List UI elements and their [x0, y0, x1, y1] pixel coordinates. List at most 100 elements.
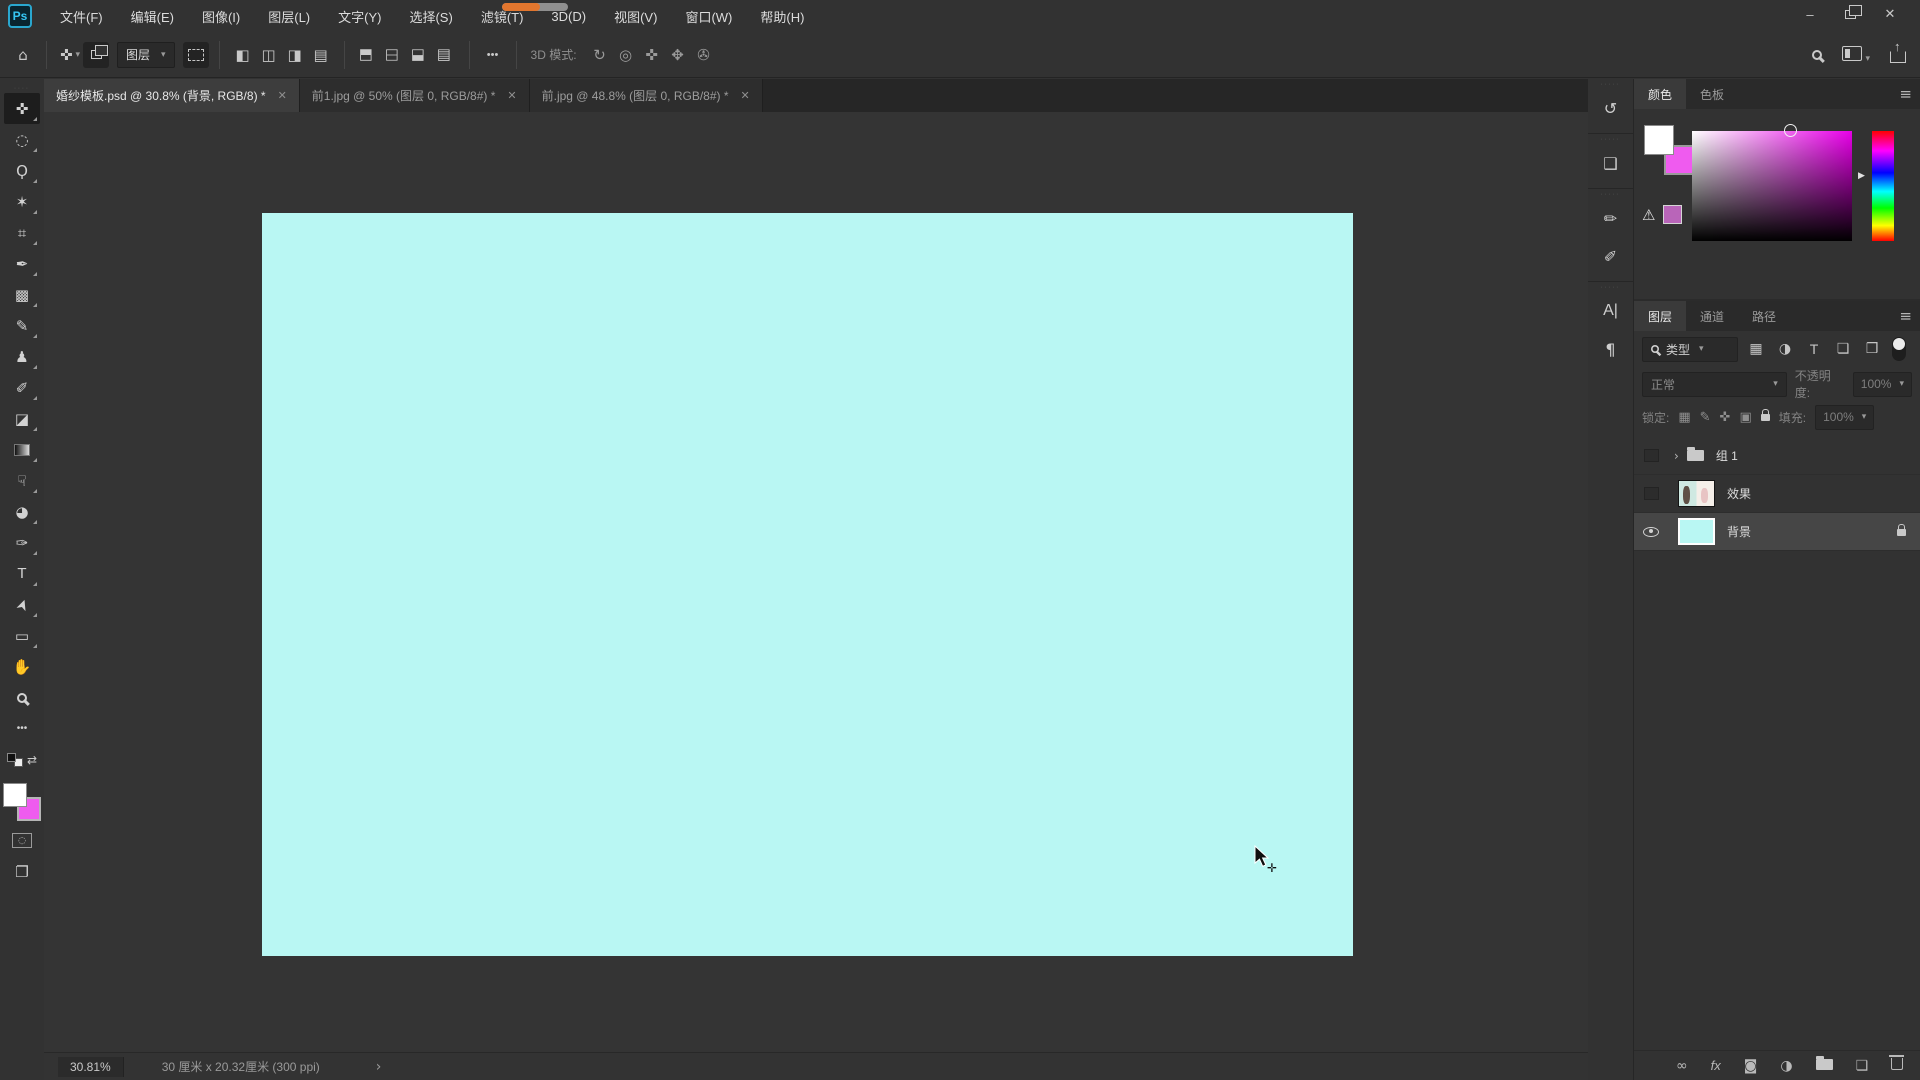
filter-pixel-layers-button[interactable]: ▦	[1745, 341, 1767, 357]
layer-row-group-1[interactable]: › 组 1	[1634, 437, 1920, 475]
3d-roll-button[interactable]: ◎	[613, 42, 639, 68]
layer-effects-button[interactable]: fx	[1711, 1058, 1721, 1073]
tab-paths[interactable]: 路径	[1738, 301, 1790, 331]
3d-slide-button[interactable]: ✥	[665, 42, 691, 68]
hand-tool[interactable]: ✋	[4, 651, 40, 682]
crop-tool[interactable]: ⌗	[4, 217, 40, 248]
auto-select-toggle[interactable]	[83, 42, 109, 68]
filter-smart-objects-button[interactable]: ❒	[1861, 341, 1883, 357]
layer-name[interactable]: 效果	[1727, 485, 1751, 502]
filter-adjustment-layers-button[interactable]: ◑	[1774, 341, 1796, 357]
adjustment-layer-button[interactable]: ◑	[1780, 1058, 1792, 1074]
document-tab-2[interactable]: 前1.jpg @ 50% (图层 0, RGB/8#) * ✕	[300, 79, 530, 112]
screen-mode-button[interactable]: ❐	[4, 856, 40, 887]
menu-help[interactable]: 帮助(H)	[746, 0, 818, 32]
dock-grip[interactable]: ∙∙∙∙∙	[1601, 136, 1621, 144]
add-layer-mask-button[interactable]: ◙	[1744, 1058, 1758, 1074]
close-tab-icon[interactable]: ✕	[278, 89, 287, 102]
align-left-button[interactable]: ◧	[230, 42, 256, 68]
layer-filter-type-dropdown[interactable]: 类型 ▾	[1642, 337, 1738, 362]
close-button[interactable]: ✕	[1870, 0, 1910, 28]
zoom-level-field[interactable]: 30.81%	[58, 1057, 124, 1077]
menu-select[interactable]: 选择(S)	[395, 0, 466, 32]
marquee-tool[interactable]: ◌	[4, 124, 40, 155]
filter-toggle-switch[interactable]	[1892, 337, 1906, 361]
distribute-v-button[interactable]: ▥	[433, 42, 459, 68]
menu-view[interactable]: 视图(V)	[600, 0, 671, 32]
panel-menu-icon[interactable]: ≡	[1899, 79, 1912, 109]
menu-type[interactable]: 文字(Y)	[324, 0, 395, 32]
gradient-tool[interactable]	[4, 434, 40, 465]
new-group-button[interactable]	[1816, 1058, 1833, 1073]
brush-settings-panel-button[interactable]: ✏	[1591, 199, 1631, 237]
menu-file[interactable]: 文件(F)	[46, 0, 117, 32]
group-expand-chevron[interactable]: ›	[1674, 449, 1679, 463]
history-brush-tool[interactable]: ✐	[4, 372, 40, 403]
layer-row-background[interactable]: 背景	[1634, 513, 1920, 551]
filter-type-layers-button[interactable]: T	[1803, 341, 1825, 357]
search-button[interactable]	[1812, 48, 1822, 63]
saturation-brightness-field[interactable]	[1692, 131, 1852, 241]
lasso-tool[interactable]: Ϙ	[4, 155, 40, 186]
align-top-button[interactable]: ◧	[355, 42, 381, 68]
status-options-chevron[interactable]: ›	[376, 1059, 382, 1075]
brush-tool[interactable]: ✎	[4, 310, 40, 341]
blend-mode-dropdown[interactable]: 正常 ▾	[1642, 372, 1787, 397]
3d-orbit-button[interactable]: ↻	[587, 42, 613, 68]
gamut-safe-swatch[interactable]	[1663, 205, 1682, 224]
visibility-toggle[interactable]	[1634, 449, 1668, 462]
home-button[interactable]: ⌂	[10, 42, 36, 68]
minimize-button[interactable]: –	[1790, 0, 1830, 28]
move-tool-preset[interactable]: ✜▾	[57, 42, 83, 68]
visibility-toggle[interactable]	[1634, 527, 1668, 537]
tab-swatches[interactable]: 色板	[1686, 79, 1738, 109]
new-layer-button[interactable]: ❏	[1856, 1058, 1869, 1074]
layer-row-effect[interactable]: 效果	[1634, 475, 1920, 513]
foreground-color-swatch[interactable]	[3, 783, 27, 807]
paragraph-panel-button[interactable]: ¶	[1591, 330, 1631, 368]
tab-layers[interactable]: 图层	[1634, 301, 1686, 331]
3d-pan-button[interactable]: ✜	[639, 42, 665, 68]
warning-icon[interactable]: ⚠	[1642, 206, 1655, 224]
3d-camera-button[interactable]: ✇	[691, 42, 717, 68]
restore-button[interactable]	[1830, 0, 1870, 28]
share-button[interactable]	[1890, 45, 1906, 66]
fill-field[interactable]: 100% ▾	[1815, 405, 1874, 430]
eyedropper-tool[interactable]: ✒	[4, 248, 40, 279]
lock-transparency-button[interactable]: ▦	[1678, 410, 1690, 425]
brushes-panel-button[interactable]: ✐	[1591, 237, 1631, 275]
align-center-h-button[interactable]: ◫	[256, 42, 282, 68]
dock-grip[interactable]: ∙∙∙∙∙	[1601, 191, 1621, 199]
menu-window[interactable]: 窗口(W)	[671, 0, 746, 32]
close-tab-icon[interactable]: ✕	[507, 89, 516, 102]
lock-artboard-button[interactable]: ▣	[1739, 410, 1751, 425]
history-panel-button[interactable]: ↺	[1591, 89, 1631, 127]
panel-menu-icon[interactable]: ≡	[1899, 301, 1912, 331]
hue-slider[interactable]	[1872, 131, 1894, 241]
edit-toolbar-button[interactable]: •••	[4, 713, 40, 744]
align-middle-button[interactable]: ◫	[381, 42, 407, 68]
character-panel-button[interactable]: A|	[1591, 292, 1631, 330]
filter-shape-layers-button[interactable]: ❏	[1832, 341, 1854, 357]
path-select-tool[interactable]: ➤	[4, 589, 40, 620]
menu-layer[interactable]: 图层(L)	[254, 0, 324, 32]
align-right-button[interactable]: ◨	[282, 42, 308, 68]
color-picker-ring[interactable]	[1784, 124, 1797, 137]
dodge-tool[interactable]: ◕	[4, 496, 40, 527]
3d-panel-button[interactable]: ❑	[1591, 144, 1631, 182]
delete-layer-button[interactable]	[1891, 1058, 1903, 1073]
canvas[interactable]	[262, 213, 1353, 956]
default-colors-button[interactable]: ⇄	[4, 744, 40, 775]
magic-wand-tool[interactable]: ✶	[4, 186, 40, 217]
smudge-tool[interactable]: ☟	[4, 465, 40, 496]
pen-tool[interactable]: ✑	[4, 527, 40, 558]
visibility-toggle[interactable]	[1634, 487, 1668, 500]
document-tab-1[interactable]: 婚纱模板.psd @ 30.8% (背景, RGB/8) * ✕	[44, 79, 300, 112]
align-bottom-button[interactable]: ◨	[407, 42, 433, 68]
workspace-switcher[interactable]: ▾	[1842, 46, 1870, 64]
healing-brush-tool[interactable]: ▩	[4, 279, 40, 310]
show-transform-controls-toggle[interactable]	[183, 42, 209, 68]
lock-paint-button[interactable]: ✎	[1700, 410, 1711, 425]
dock-grip[interactable]: ∙∙∙∙∙	[1601, 284, 1621, 292]
tab-color[interactable]: 颜色	[1634, 79, 1686, 109]
